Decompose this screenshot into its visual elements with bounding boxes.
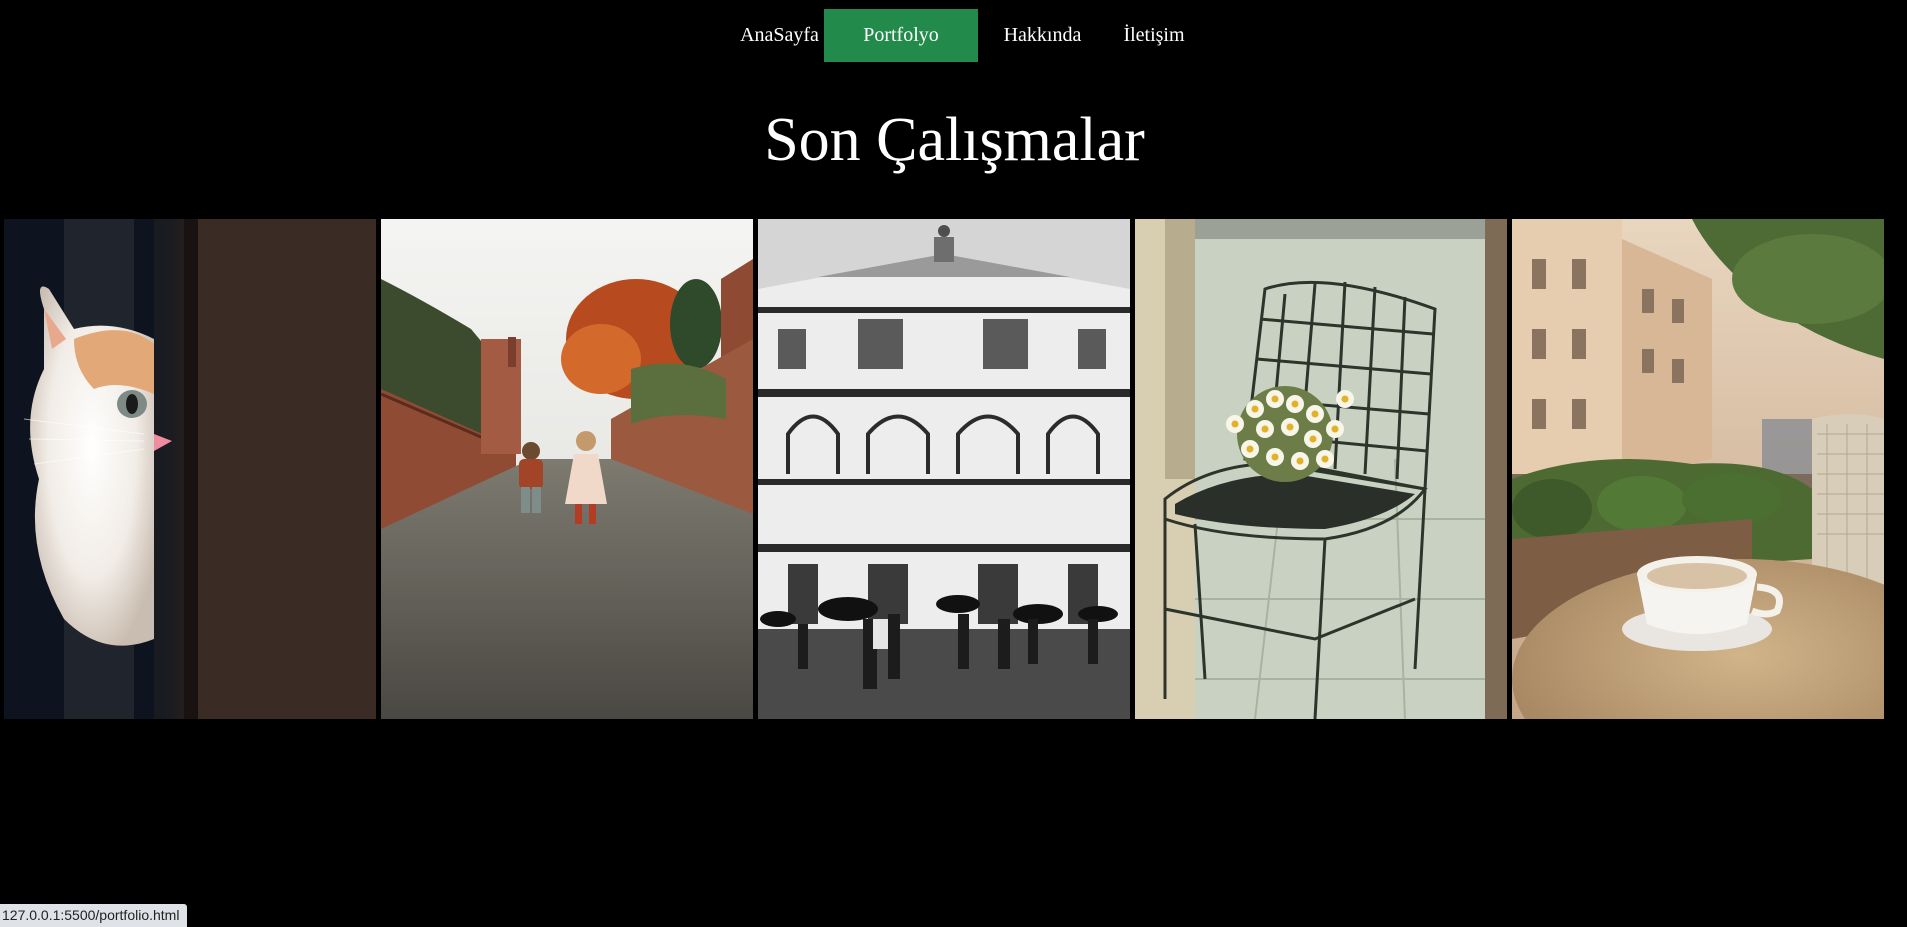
gallery-photo-kitten[interactable] — [4, 219, 376, 719]
status-url: 127.0.0.1:5500/portfolio.html — [2, 907, 180, 923]
kitten-image — [4, 219, 376, 719]
nav-portfolio-link[interactable]: Portfolyo — [824, 9, 978, 62]
browser-status-bar: 127.0.0.1:5500/portfolio.html — [0, 904, 188, 927]
baptistery-image — [758, 219, 1130, 719]
nav-home-link[interactable]: AnaSayfa — [740, 9, 819, 62]
nav-about-link[interactable]: Hakkında — [1003, 9, 1082, 62]
page-title: Son Çalışmalar — [0, 104, 1907, 176]
cafe-coffee-image — [1512, 219, 1884, 719]
main-nav: AnaSayfa Portfolyo Hakkında İletişim — [0, 9, 1907, 62]
children-lane-image — [381, 219, 753, 719]
chair-daisies-image — [1135, 219, 1507, 719]
nav-contact-link[interactable]: İletişim — [1123, 9, 1185, 62]
photo-gallery — [4, 219, 1884, 719]
gallery-photo-coffee[interactable] — [1512, 219, 1884, 719]
gallery-photo-chair[interactable] — [1135, 219, 1507, 719]
gallery-photo-building[interactable] — [758, 219, 1130, 719]
gallery-photo-children[interactable] — [381, 219, 753, 719]
portfolio-page: AnaSayfa Portfolyo Hakkında İletişim Son… — [0, 0, 1907, 927]
page-title-text: Son Çalışmalar — [764, 106, 1145, 174]
